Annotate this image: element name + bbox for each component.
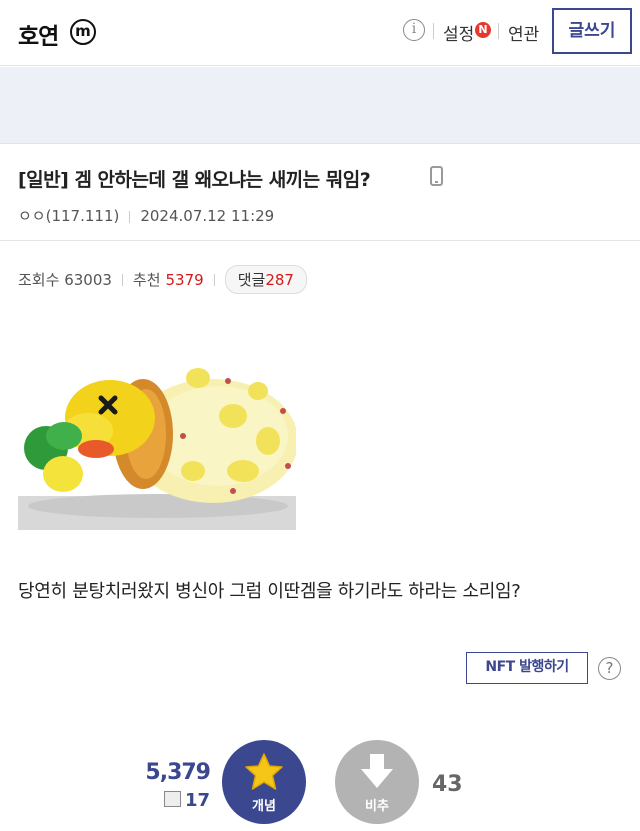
fixed-nick-count: 17 <box>130 790 210 811</box>
post-date: 2024.07.12 11:29 <box>140 207 275 225</box>
write-button[interactable]: 글쓰기 <box>552 8 632 54</box>
comment-button[interactable]: 댓글287 <box>224 265 307 294</box>
fixed-nick-icon <box>163 791 181 807</box>
top-bar: 호연 m i 설정 N 연관 글쓰기 <box>0 0 640 66</box>
divider <box>0 240 640 241</box>
post-author[interactable]: ㅇㅇ(117.111) <box>18 207 119 225</box>
upvote-label: 개념 <box>252 799 276 814</box>
recommend-label: 추천 <box>132 271 161 289</box>
divider <box>498 23 499 39</box>
minor-gallery-badge-icon: m <box>70 19 96 45</box>
arrow-down-icon <box>361 754 393 788</box>
nft-mint-button[interactable]: NFT 발행하기 <box>466 652 588 684</box>
comment-label: 댓글 <box>237 271 266 289</box>
views-label: 조회수 <box>18 271 60 289</box>
new-badge-icon: N <box>475 22 491 38</box>
views-count: 63003 <box>64 270 112 289</box>
downvote-button[interactable]: 비추 <box>335 740 419 824</box>
upvote-button[interactable]: 개념 <box>222 740 306 824</box>
help-icon[interactable]: ? <box>598 657 621 680</box>
post-meta: ㅇㅇ(117.111) 2024.07.12 11:29 <box>18 205 274 226</box>
downvote-count: 43 <box>432 772 463 797</box>
info-icon[interactable]: i <box>403 19 425 41</box>
upvote-count: 5,379 <box>145 760 211 785</box>
comment-count: 287 <box>265 271 294 289</box>
star-icon <box>245 753 283 790</box>
post-stats: 조회수 63003 추천 5379 댓글287 <box>18 265 307 294</box>
recommend-count: 5379 <box>165 270 204 289</box>
divider <box>129 210 131 223</box>
settings-link[interactable]: 설정 <box>443 20 474 45</box>
post-title: [일반] 겜 안하는데 갤 왜오냐는 새끼는 뭐임? <box>18 169 371 191</box>
divider <box>121 273 123 286</box>
mobile-icon <box>430 166 443 186</box>
post-body: 당연히 분탕치러왔지 병신아 그럼 이딴겜을 하기라도 하라는 소리임? <box>18 581 521 602</box>
related-link[interactable]: 연관 <box>508 20 539 45</box>
divider <box>213 273 215 286</box>
downvote-label: 비추 <box>365 799 389 814</box>
gallery-title[interactable]: 호연 <box>18 17 59 51</box>
banner-area <box>0 67 640 144</box>
fixed-nick-value: 17 <box>184 790 210 811</box>
divider <box>433 23 434 39</box>
post-image <box>18 346 296 530</box>
